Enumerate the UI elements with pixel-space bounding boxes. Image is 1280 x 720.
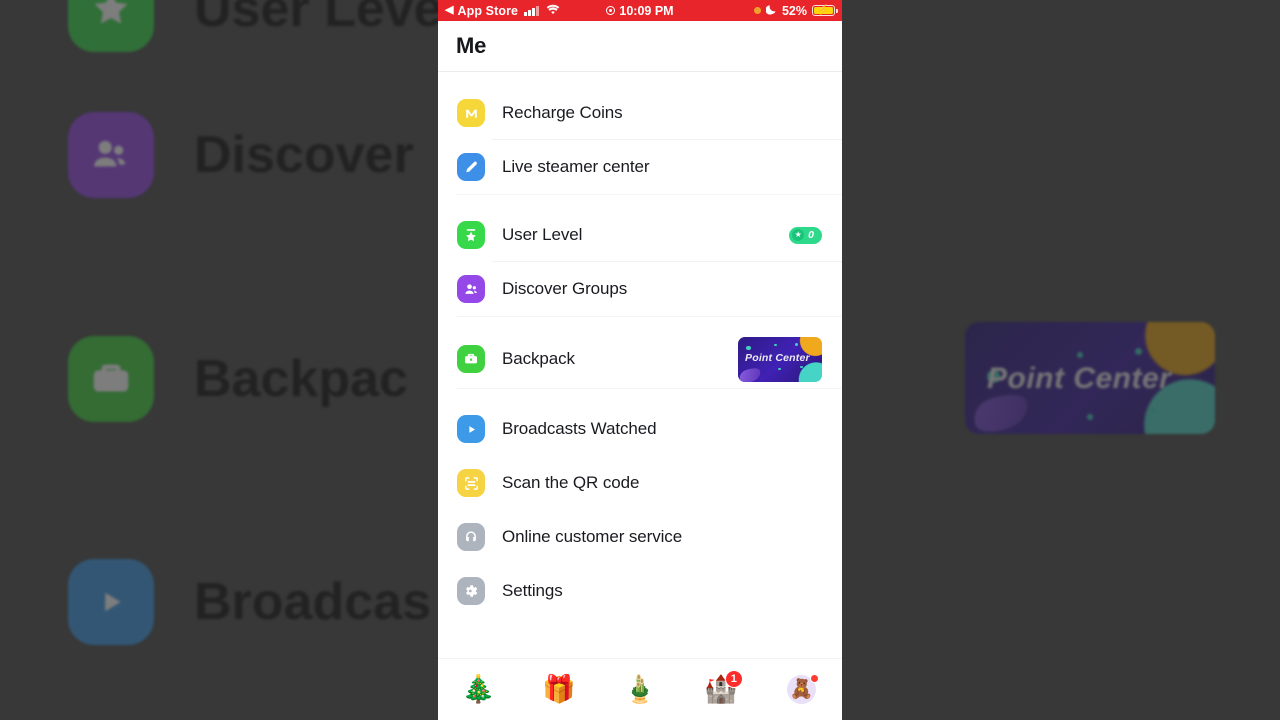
battery-percent-label: 52% <box>781 3 807 18</box>
user-level-value: 0 <box>808 229 814 241</box>
menu-item-recharge-coins[interactable]: Recharge Coins <box>438 86 842 140</box>
decorative-dot <box>800 365 803 368</box>
menu-item-user-level[interactable]: User Level ★ 0 <box>438 208 842 262</box>
headset-support-icon <box>457 523 485 551</box>
menu-group: Broadcasts Watched Scan the QR code Onli… <box>438 402 842 618</box>
people-group-icon <box>457 275 485 303</box>
cellular-signal-icon <box>524 5 539 16</box>
menu-item-label: Discover Groups <box>502 279 628 298</box>
gift-box-tab-icon: 🎁 <box>542 674 576 704</box>
menu-item-accessory: Point Center <box>738 336 822 382</box>
bottom-tab-bar: 🎄 🎁 🎍 🏰 1 🧸 <box>438 658 842 720</box>
decorative-dot <box>795 342 798 346</box>
user-level-badge[interactable]: ★ 0 <box>789 226 822 244</box>
christmas-tree-tab-icon: 🎄 <box>461 674 496 704</box>
tab-messages[interactable]: 🏰 1 <box>680 659 761 720</box>
star-badge-icon <box>457 221 485 249</box>
menu-item-label: Settings <box>502 581 563 600</box>
separator-line <box>457 316 842 317</box>
status-bar-right: 52% ⚡ <box>753 3 838 18</box>
menu-item-label: Live steamer center <box>502 157 650 176</box>
back-to-app-store-icon[interactable]: ◀ <box>445 5 453 16</box>
menu-item-label: Backpack <box>502 349 575 368</box>
decorative-dot <box>746 345 751 350</box>
rocket-icon <box>738 365 763 382</box>
unread-count-badge: 1 <box>724 669 743 688</box>
menu-item-broadcasts-watched[interactable]: Broadcasts Watched <box>438 402 842 456</box>
menu-item-online-customer-service[interactable]: Online customer service <box>438 510 842 564</box>
tab-live[interactable]: 🎍 <box>600 659 681 720</box>
menu-item-label: User Level <box>502 225 583 244</box>
menu-item-label: Recharge Coins <box>502 103 623 122</box>
status-bar-clock: 10:09 PM <box>619 3 674 18</box>
point-center-banner[interactable]: Point Center <box>738 336 822 382</box>
do-not-disturb-moon-icon <box>765 4 777 18</box>
charging-battery-icon: ⚡ <box>812 4 838 17</box>
separator-line <box>457 194 842 195</box>
phone-screen: ◀ App Store 10:09 PM 52% ⚡ Me Recharge C… <box>438 0 842 720</box>
charging-bolt-icon: ⚡ <box>817 4 830 16</box>
menu-item-accessory: ★ 0 <box>789 226 822 244</box>
tab-christmas-tree[interactable]: 🎄 <box>438 659 519 720</box>
menu-item-settings[interactable]: Settings <box>438 564 842 618</box>
star-icon: ★ <box>792 229 805 241</box>
decorative-dot <box>778 367 781 370</box>
menu-item-label: Scan the QR code <box>502 473 640 492</box>
menu-item-scan-qr-code[interactable]: Scan the QR code <box>438 456 842 510</box>
separator-line <box>457 388 842 389</box>
wifi-icon <box>546 4 560 17</box>
menu-item-backpack[interactable]: Backpack Point Center <box>438 330 842 388</box>
menu-item-label: Broadcasts Watched <box>502 419 657 438</box>
decorative-dot <box>774 343 777 346</box>
gear-icon <box>457 577 485 605</box>
status-bar-carrier-label[interactable]: App Store <box>457 4 518 18</box>
menu-section-separator <box>438 194 842 208</box>
menu-item-discover-groups[interactable]: Discover Groups <box>438 262 842 316</box>
point-center-label: Point Center <box>745 351 810 364</box>
play-circle-icon <box>457 415 485 443</box>
briefcase-icon <box>457 345 485 373</box>
live-wreath-tab-icon: 🎍 <box>623 674 657 704</box>
page-title: Me <box>456 33 487 58</box>
orange-status-dot-icon <box>753 7 761 14</box>
profile-notification-dot <box>809 673 819 683</box>
menu-group: User Level ★ 0 Discover Groups <box>438 208 842 316</box>
menu-group: Backpack Point Center <box>438 330 842 388</box>
tab-gift[interactable]: 🎁 <box>519 659 600 720</box>
microphone-icon <box>457 153 485 181</box>
menu-list: Recharge Coins Live steamer center User … <box>438 72 842 618</box>
coin-m-icon <box>457 99 485 127</box>
menu-item-live-steamer-center[interactable]: Live steamer center <box>438 140 842 194</box>
menu-item-label: Online customer service <box>502 527 683 546</box>
menu-section-separator <box>438 388 842 402</box>
menu-group: Recharge Coins Live steamer center <box>438 86 842 194</box>
profile-avatar-tab-icon: 🧸 <box>789 679 814 700</box>
qr-scan-icon <box>457 469 485 497</box>
tab-profile[interactable]: 🧸 <box>761 659 842 720</box>
screen-root: User Level Discover Backpac Broadcas <box>0 0 1280 720</box>
location-services-icon <box>606 6 616 15</box>
menu-section-separator <box>438 316 842 330</box>
status-bar-left: ◀ App Store <box>445 4 560 18</box>
status-bar: ◀ App Store 10:09 PM 52% ⚡ <box>438 0 842 21</box>
page-header: Me <box>438 21 842 72</box>
